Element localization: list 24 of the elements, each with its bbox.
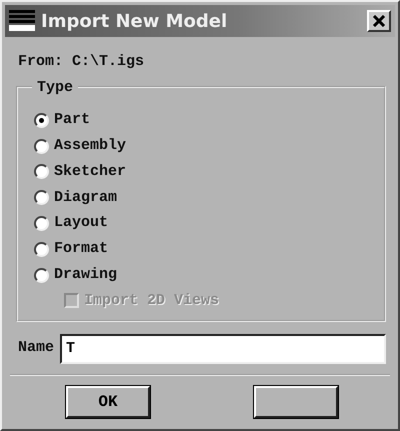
radio-label: Layout bbox=[54, 213, 108, 234]
radio-button[interactable] bbox=[34, 164, 49, 180]
radio-label: Sketcher bbox=[54, 162, 126, 182]
dialog-button[interactable] bbox=[254, 386, 338, 418]
radio-button[interactable] bbox=[34, 268, 49, 283]
radio-label: Diagram bbox=[54, 188, 118, 208]
menu-icon[interactable] bbox=[9, 9, 35, 33]
name-label: Name bbox=[18, 338, 54, 358]
radio-button[interactable] bbox=[34, 112, 49, 128]
source-path: From: C:\T.igs bbox=[18, 53, 144, 70]
close-button[interactable] bbox=[367, 10, 391, 32]
checkbox-label: Import 2D Views bbox=[84, 290, 220, 311]
radio-button[interactable] bbox=[34, 190, 49, 206]
radio-button[interactable] bbox=[34, 242, 49, 257]
name-field[interactable]: T bbox=[60, 334, 386, 364]
radio-label: Drawing bbox=[54, 264, 118, 285]
radio-label: Assembly bbox=[54, 136, 126, 156]
radio-label: Part bbox=[54, 110, 90, 130]
window-title: Import New Model bbox=[41, 10, 228, 34]
radio-button[interactable] bbox=[34, 138, 49, 154]
radio-label: Format bbox=[54, 239, 108, 260]
close-icon bbox=[372, 15, 386, 27]
ok-button[interactable]: OK bbox=[66, 386, 150, 418]
radio-button[interactable] bbox=[34, 216, 49, 232]
